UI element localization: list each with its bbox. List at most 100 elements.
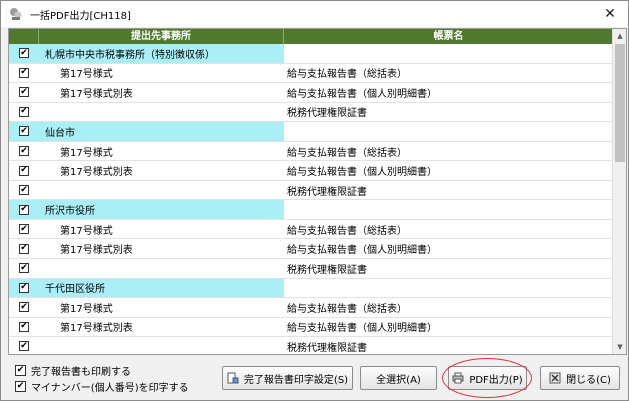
- header-office: 提出先事務所: [39, 29, 284, 44]
- group-row[interactable]: ✔ 仙台市: [9, 122, 613, 142]
- office-cell: 第17号様式: [60, 303, 113, 315]
- office-cell: 札幌市中央市税事務所（特別徴収係）: [45, 49, 215, 61]
- office-cell: 第17号様式: [60, 147, 113, 159]
- table-row[interactable]: ✔ 第17号様式 給与支払報告書（総括表）: [9, 142, 613, 162]
- row-check-cell: ✔: [9, 161, 39, 180]
- form-cell: [284, 122, 613, 141]
- row-checkbox[interactable]: ✔: [19, 204, 29, 215]
- document-settings-icon: [227, 372, 239, 384]
- form-cell: 税務代理権限証書: [287, 186, 367, 198]
- print-mynumber-label: マイナンバー(個人番号)を印字する: [31, 383, 189, 394]
- header-form: 帳票名: [433, 31, 464, 42]
- form-cell: [284, 44, 613, 63]
- scroll-up-arrow-icon[interactable]: ▲: [613, 29, 626, 43]
- print-mynumber-option[interactable]: ✔ マイナンバー(個人番号)を印字する: [15, 379, 189, 394]
- pdf-output-label: PDF出力(P): [469, 374, 523, 386]
- row-checkbox[interactable]: ✔: [19, 263, 29, 274]
- row-check-cell: ✔: [9, 142, 39, 161]
- close-icon: ✕: [604, 6, 616, 22]
- group-row[interactable]: ✔ 札幌市中央市税事務所（特別徴収係）: [9, 44, 613, 64]
- print-completion-checkbox[interactable]: ✔: [15, 365, 26, 376]
- office-cell: 第17号様式別表: [60, 323, 133, 335]
- table-row[interactable]: ✔ 第17号様式別表 給与支払報告書（個人別明細書）: [9, 239, 613, 260]
- close-window-button[interactable]: ✕: [592, 1, 628, 27]
- table-row[interactable]: ✔ 税務代理権限証書: [9, 181, 613, 201]
- close-label: 閉じる(C): [566, 374, 611, 386]
- pdf-output-button[interactable]: PDF出力(P): [448, 366, 527, 390]
- row-checkbox[interactable]: ✔: [19, 185, 29, 196]
- print-completion-label: 完了報告書も印刷する: [31, 367, 131, 378]
- row-check-cell: ✔: [9, 200, 39, 219]
- table-row[interactable]: ✔ 第17号様式 給与支払報告書（総括表）: [9, 298, 613, 318]
- form-grid: 提出先事務所 帳票名 ✔ 札幌市中央市税事務所（特別徴収係） ✔ 第17号様式 給与支払…: [8, 28, 627, 355]
- office-cell: 第17号様式: [60, 69, 113, 81]
- close-button[interactable]: 閉じる(C): [540, 366, 620, 390]
- grid-rows: ✔ 札幌市中央市税事務所（特別徴収係） ✔ 第17号様式 給与支払報告書（総括表） ✔ 第1…: [9, 44, 613, 354]
- title-bar: 一括PDF出力[CH118] ✕: [1, 1, 628, 27]
- row-checkbox[interactable]: ✔: [19, 146, 29, 156]
- row-check-cell: ✔: [9, 64, 39, 83]
- row-check-cell: ✔: [9, 298, 39, 317]
- row-check-cell: ✔: [9, 44, 39, 63]
- row-checkbox[interactable]: ✔: [19, 243, 29, 254]
- header-check-column: [9, 29, 39, 44]
- row-checkbox[interactable]: ✔: [19, 341, 29, 352]
- group-row[interactable]: ✔ 所沢市役所: [9, 200, 613, 220]
- form-cell: 給与支払報告書（総括表）: [287, 147, 407, 159]
- row-check-cell: ✔: [9, 83, 39, 102]
- row-checkbox[interactable]: ✔: [19, 48, 29, 59]
- printer-icon: [452, 372, 464, 384]
- form-cell: 税務代理権限証書: [287, 264, 367, 276]
- pdf-output-dialog: 一括PDF出力[CH118] ✕ 提出先事務所 帳票名 ✔ 札幌市中央市税事務所（…: [0, 0, 629, 401]
- form-cell: 給与支払報告書（個人別明細書）: [287, 323, 437, 335]
- vertical-scrollbar[interactable]: ▲ ▼: [612, 29, 626, 354]
- row-check-cell: ✔: [9, 337, 39, 354]
- row-check-cell: ✔: [9, 103, 39, 122]
- window-title: 一括PDF出力[CH118]: [30, 10, 131, 22]
- completion-settings-label: 完了報告書印字設定(S): [243, 374, 349, 386]
- row-check-cell: ✔: [9, 122, 39, 141]
- row-checkbox[interactable]: ✔: [19, 165, 29, 176]
- print-completion-option[interactable]: ✔ 完了報告書も印刷する: [15, 363, 131, 378]
- row-check-cell: ✔: [9, 239, 39, 258]
- table-row[interactable]: ✔ 税務代理権限証書: [9, 103, 613, 123]
- office-cell: 第17号様式: [60, 225, 113, 237]
- table-row[interactable]: ✔ 第17号様式別表 給与支払報告書（個人別明細書）: [9, 83, 613, 103]
- form-cell: 給与支払報告書（総括表）: [287, 69, 407, 81]
- row-checkbox[interactable]: ✔: [19, 67, 29, 78]
- grid-header: 提出先事務所 帳票名: [9, 29, 613, 44]
- table-row[interactable]: ✔ 第17号様式 給与支払報告書（総括表）: [9, 64, 613, 84]
- scroll-thumb[interactable]: [615, 44, 625, 162]
- form-cell: 給与支払報告書（総括表）: [287, 225, 407, 237]
- office-cell: 第17号様式別表: [60, 245, 133, 257]
- row-checkbox[interactable]: ✔: [19, 282, 29, 293]
- form-cell: [284, 200, 613, 219]
- form-cell: 税務代理権限証書: [287, 342, 367, 354]
- close-x-icon: [549, 372, 561, 384]
- table-row[interactable]: ✔ 第17号様式 給与支払報告書（総括表）: [9, 220, 613, 240]
- office-cell: 仙台市: [45, 127, 75, 139]
- completion-settings-button[interactable]: 完了報告書印字設定(S): [222, 366, 353, 390]
- form-cell: 給与支払報告書（個人別明細書）: [287, 88, 437, 100]
- office-cell: 第17号様式別表: [60, 88, 133, 100]
- table-row[interactable]: ✔ 税務代理権限証書: [9, 337, 613, 354]
- row-checkbox[interactable]: ✔: [19, 87, 29, 98]
- row-checkbox[interactable]: ✔: [19, 321, 29, 332]
- form-cell: 給与支払報告書（総括表）: [287, 303, 407, 315]
- table-row[interactable]: ✔ 第17号様式別表 給与支払報告書（個人別明細書）: [9, 161, 613, 181]
- row-checkbox[interactable]: ✔: [19, 302, 29, 313]
- row-check-cell: ✔: [9, 318, 39, 337]
- row-checkbox[interactable]: ✔: [19, 224, 29, 235]
- row-check-cell: ✔: [9, 259, 39, 278]
- table-row[interactable]: ✔ 第17号様式別表 給与支払報告書（個人別明細書）: [9, 318, 613, 338]
- row-checkbox[interactable]: ✔: [19, 106, 29, 117]
- row-check-cell: ✔: [9, 181, 39, 200]
- row-checkbox[interactable]: ✔: [19, 126, 29, 137]
- office-cell: 第17号様式別表: [60, 167, 133, 179]
- table-row[interactable]: ✔ 税務代理権限証書: [9, 259, 613, 279]
- scroll-down-arrow-icon[interactable]: ▼: [613, 340, 626, 354]
- group-row[interactable]: ✔ 千代田区役所: [9, 278, 613, 299]
- print-mynumber-checkbox[interactable]: ✔: [15, 381, 26, 392]
- select-all-button[interactable]: 全選択(A): [360, 366, 437, 390]
- office-cell: 所沢市役所: [45, 206, 95, 218]
